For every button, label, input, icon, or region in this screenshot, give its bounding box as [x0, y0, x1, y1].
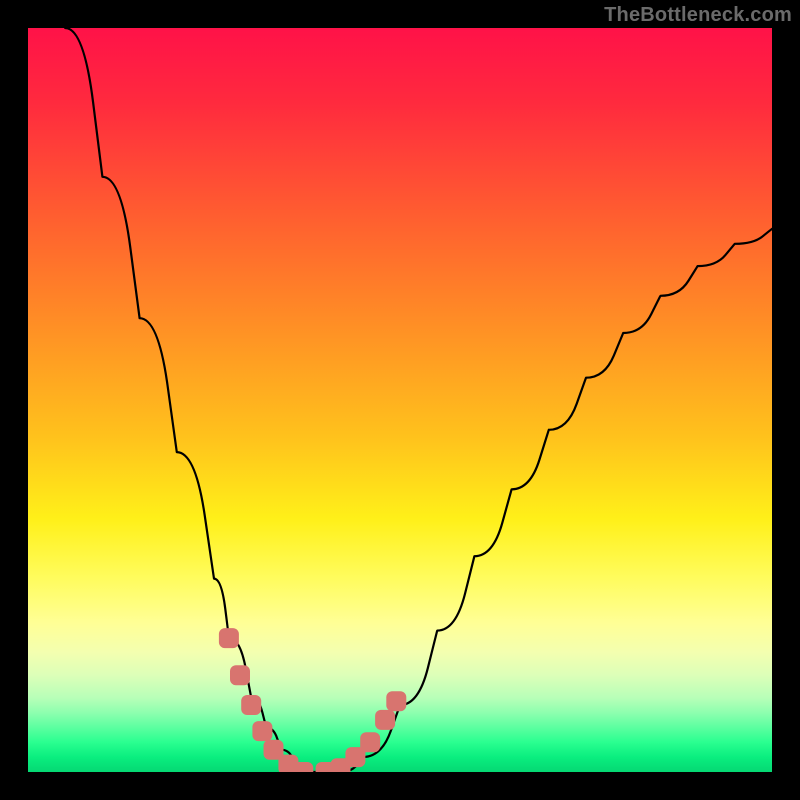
- curve-marker: [375, 710, 395, 730]
- curve-marker: [293, 762, 313, 772]
- chart-frame: TheBottleneck.com: [0, 0, 800, 800]
- curve-marker: [252, 721, 272, 741]
- attribution-text: TheBottleneck.com: [604, 4, 792, 27]
- bottleneck-curve: [65, 28, 772, 772]
- marker-group: [219, 628, 406, 772]
- curve-marker: [386, 691, 406, 711]
- curve-marker: [230, 665, 250, 685]
- chart-svg: [28, 28, 772, 772]
- chart-plot-area: [28, 28, 772, 772]
- curve-marker: [219, 628, 239, 648]
- curve-marker: [241, 695, 261, 715]
- curve-marker: [360, 732, 380, 752]
